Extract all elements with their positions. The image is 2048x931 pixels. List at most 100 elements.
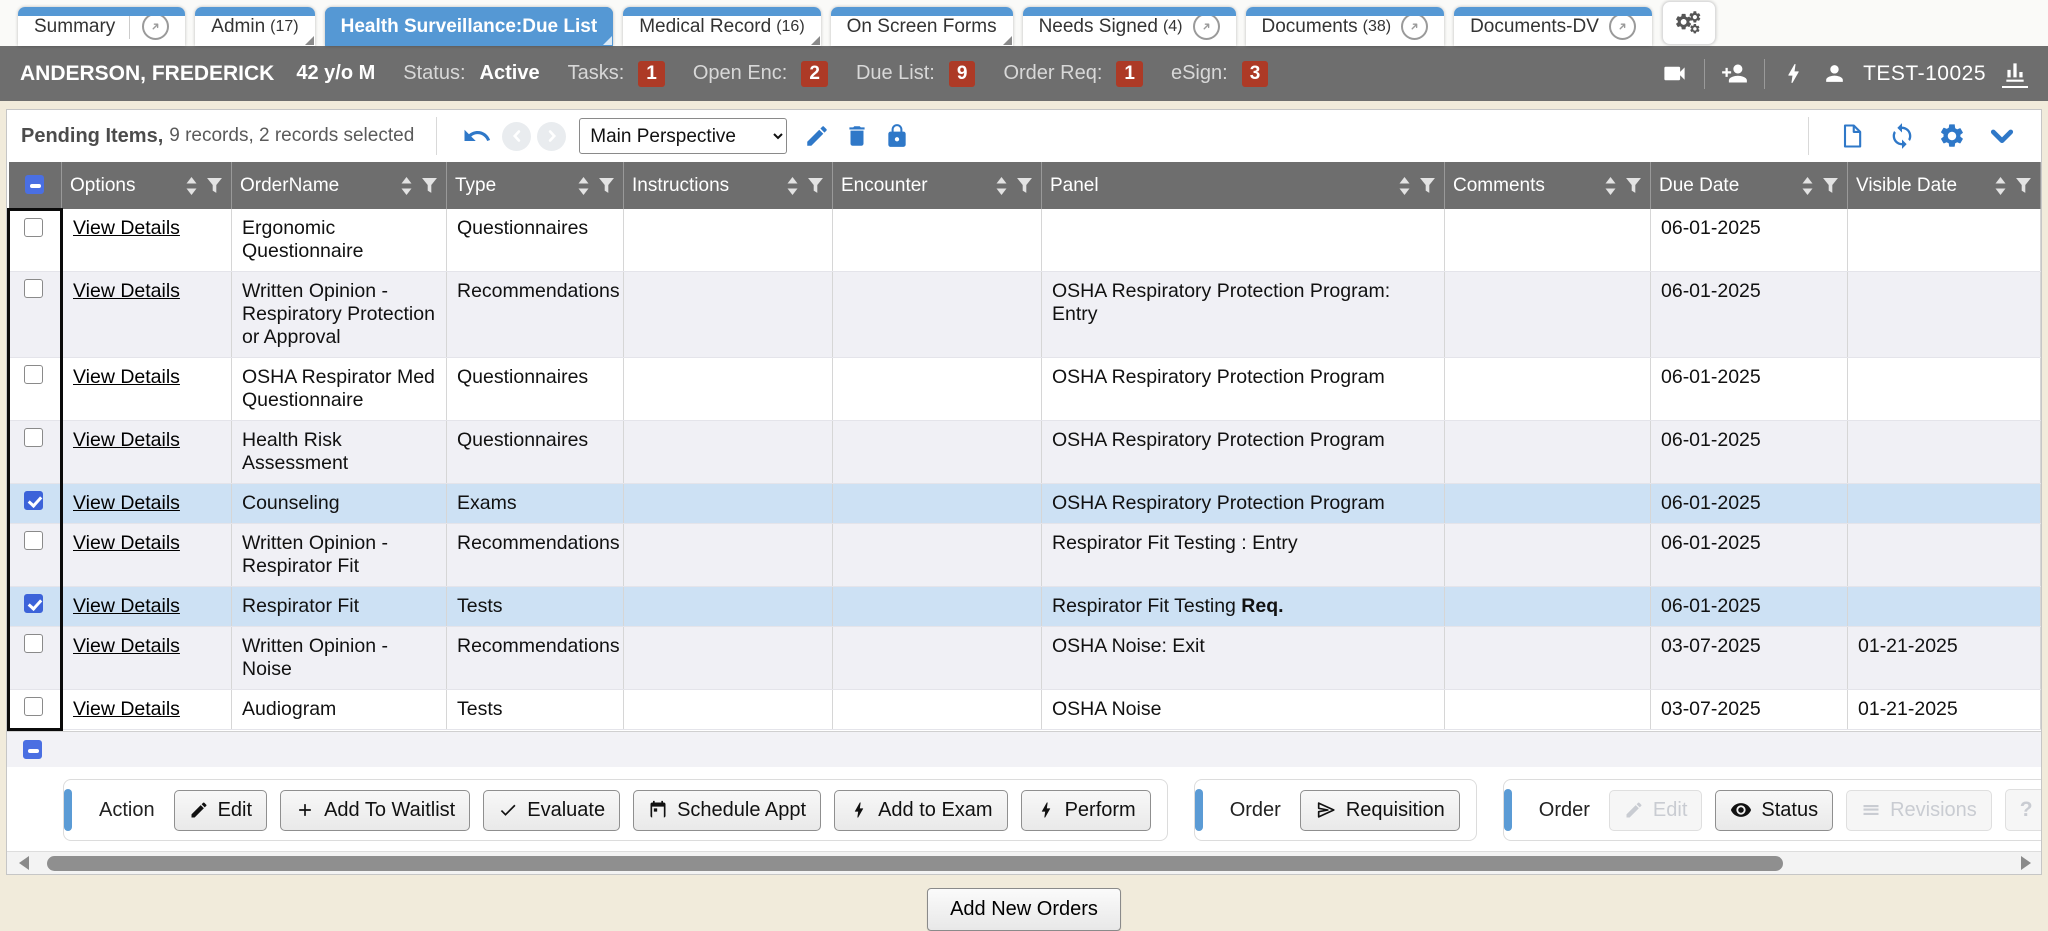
schedule-appt-button[interactable]: Schedule Appt: [633, 790, 821, 831]
lightning-bolt-icon[interactable]: [1781, 61, 1806, 86]
edit-perspective-pencil-icon[interactable]: [804, 123, 830, 149]
open-in-new-icon[interactable]: [1401, 13, 1428, 40]
sort-icon[interactable]: [185, 177, 198, 195]
open-in-new-icon[interactable]: [142, 13, 169, 40]
filter-icon[interactable]: [1016, 178, 1033, 194]
refresh-icon[interactable]: [1888, 122, 1916, 150]
filter-icon[interactable]: [2015, 178, 2032, 194]
user-icon[interactable]: [1822, 61, 1847, 86]
divider: [1764, 59, 1765, 89]
delete-perspective-trash-icon[interactable]: [844, 123, 870, 149]
order-req-badge[interactable]: 1: [1116, 61, 1143, 87]
sort-icon[interactable]: [1398, 177, 1411, 195]
footer-select-all-checkbox[interactable]: [23, 740, 42, 759]
tab-documents[interactable]: Documents (38): [1246, 7, 1445, 46]
view-details-link[interactable]: View Details: [73, 532, 180, 554]
table-row-selected[interactable]: View Details Respirator Fit Tests Respir…: [9, 587, 2041, 627]
open-in-new-icon[interactable]: [1609, 13, 1636, 40]
tab-summary[interactable]: Summary: [18, 7, 185, 46]
view-details-link[interactable]: View Details: [73, 698, 180, 720]
view-details-link[interactable]: View Details: [73, 635, 180, 657]
page-previous-icon[interactable]: [502, 122, 531, 151]
perform-button[interactable]: Perform: [1021, 790, 1151, 831]
filter-icon[interactable]: [807, 178, 824, 194]
table-row[interactable]: View Details Written Opinion - Respirato…: [9, 524, 2041, 587]
menu-lines-icon: [1861, 800, 1881, 820]
filter-icon[interactable]: [206, 178, 223, 194]
row-checkbox[interactable]: [24, 531, 43, 550]
tab-on-screen-forms[interactable]: On Screen Forms: [831, 7, 1013, 46]
sort-icon[interactable]: [995, 177, 1008, 195]
edit-button[interactable]: Edit: [174, 790, 267, 831]
undo-icon[interactable]: [462, 121, 492, 151]
filter-icon[interactable]: [1625, 178, 1642, 194]
view-details-link[interactable]: View Details: [73, 595, 180, 617]
row-checkbox[interactable]: [24, 697, 43, 716]
new-document-icon[interactable]: [1838, 122, 1866, 150]
due-list-badge[interactable]: 9: [949, 61, 976, 87]
lock-perspective-icon[interactable]: [884, 123, 910, 149]
row-checkbox[interactable]: [24, 365, 43, 384]
row-checkbox[interactable]: [24, 634, 43, 653]
table-row[interactable]: View Details Written Opinion - Respirato…: [9, 272, 2041, 358]
view-details-link[interactable]: View Details: [73, 280, 180, 302]
row-checkbox-checked[interactable]: [24, 491, 43, 510]
sort-icon[interactable]: [1604, 177, 1617, 195]
filter-icon[interactable]: [1822, 178, 1839, 194]
add-to-exam-button[interactable]: Add to Exam: [834, 790, 1008, 831]
tab-health-surveillance-due-list[interactable]: Health Surveillance:Due List: [325, 7, 614, 46]
select-all-checkbox[interactable]: [25, 175, 44, 194]
tasks-badge[interactable]: 1: [638, 61, 665, 87]
esign-badge[interactable]: 3: [1242, 61, 1269, 87]
revisions-button-disabled: Revisions: [1846, 790, 1992, 831]
bar-chart-icon[interactable]: [2002, 59, 2028, 88]
add-new-orders-button[interactable]: Add New Orders: [927, 888, 1121, 931]
table-row[interactable]: View Details Audiogram Tests OSHA Noise …: [9, 690, 2041, 730]
sort-icon[interactable]: [577, 177, 590, 195]
person-add-icon[interactable]: [1721, 60, 1748, 87]
table-row[interactable]: View Details Ergonomic Questionnaire Que…: [9, 209, 2041, 272]
scrollbar-thumb[interactable]: [47, 856, 1783, 871]
collapse-chevron-icon[interactable]: [1988, 122, 2016, 150]
filter-icon[interactable]: [421, 178, 438, 194]
filter-icon[interactable]: [598, 178, 615, 194]
tab-medical-record[interactable]: Medical Record (16): [623, 7, 820, 46]
scroll-right-arrow[interactable]: [2021, 856, 2031, 870]
view-details-link[interactable]: View Details: [73, 492, 180, 514]
evaluate-button[interactable]: Evaluate: [483, 790, 620, 831]
settings-gear-icon[interactable]: [1938, 122, 1966, 150]
row-checkbox[interactable]: [24, 428, 43, 447]
table-row-selected[interactable]: View Details Counseling Exams OSHA Respi…: [9, 484, 2041, 524]
status-button[interactable]: Status: [1715, 790, 1833, 831]
requisition-button[interactable]: Requisition: [1300, 790, 1460, 831]
row-checkbox[interactable]: [24, 279, 43, 298]
table-row[interactable]: View Details Written Opinion - Noise Rec…: [9, 627, 2041, 690]
row-checkbox[interactable]: [24, 218, 43, 237]
horizontal-scrollbar[interactable]: [7, 851, 2041, 874]
sort-icon[interactable]: [1801, 177, 1814, 195]
open-in-new-icon[interactable]: [1193, 13, 1220, 40]
visible-date-cell: [1848, 421, 2041, 484]
tab-admin[interactable]: Admin (17): [195, 7, 314, 46]
page-next-icon[interactable]: [537, 122, 566, 151]
tab-documents-dv[interactable]: Documents-DV: [1454, 7, 1652, 46]
view-details-link[interactable]: View Details: [73, 366, 180, 388]
table-row[interactable]: View Details OSHA Respirator Med Questio…: [9, 358, 2041, 421]
tab-settings-cogs-button[interactable]: [1662, 1, 1716, 45]
add-to-waitlist-button[interactable]: Add To Waitlist: [280, 790, 470, 831]
row-checkbox-checked[interactable]: [24, 594, 43, 613]
open-enc-badge[interactable]: 2: [801, 61, 828, 87]
video-camera-icon[interactable]: [1661, 60, 1688, 87]
view-details-link[interactable]: View Details: [73, 429, 180, 451]
filter-icon[interactable]: [1419, 178, 1436, 194]
scroll-left-arrow[interactable]: [19, 856, 29, 870]
sort-icon[interactable]: [400, 177, 413, 195]
tab-needs-signed[interactable]: Needs Signed (4): [1023, 7, 1236, 46]
sort-icon[interactable]: [786, 177, 799, 195]
view-details-link[interactable]: View Details: [73, 217, 180, 239]
perspective-select[interactable]: Main Perspective: [579, 118, 787, 154]
table-row[interactable]: View Details Health Risk Assessment Ques…: [9, 421, 2041, 484]
tab-corner-fold: [603, 36, 612, 45]
sort-icon[interactable]: [1994, 177, 2007, 195]
panel-text: OSHA Respiratory Protection Program: [1052, 366, 1385, 388]
